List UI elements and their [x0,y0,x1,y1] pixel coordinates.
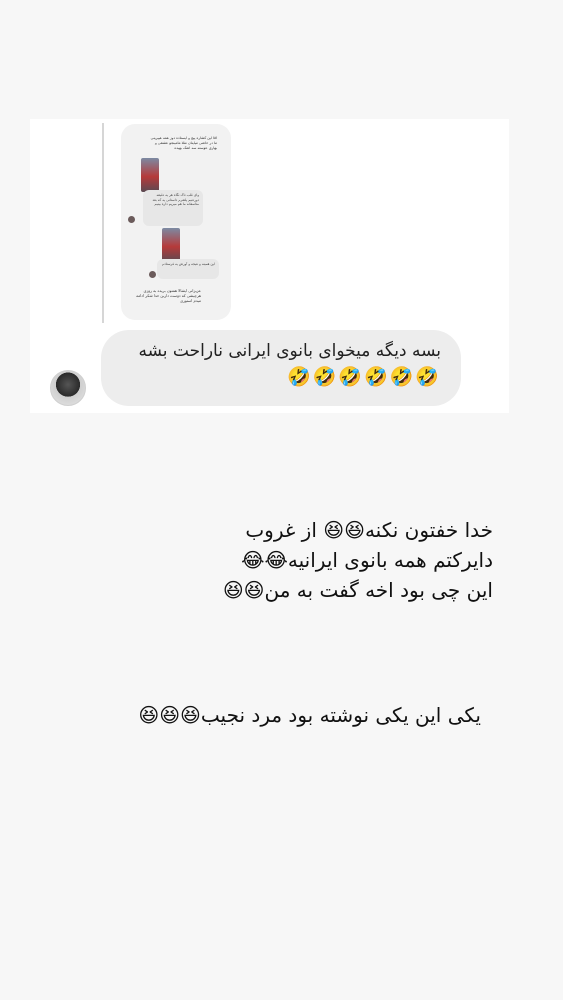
reply-thread-line [102,123,104,323]
inner-story-header-text: اقا این کشاره پیچ و ایستاده دوز همه هیپر… [150,136,217,150]
mini-avatar [128,216,135,223]
caption-line: این چی بود اخه گفت به من😆😆 [222,578,493,602]
inner-comment-bubble: این همینه و نتیجه و آورش یه فرستادم [157,259,219,279]
reply-emojis: 🤣🤣🤣🤣🤣🤣 [287,366,441,388]
caption-line: خدا خفتون نکنه😆😆 از غروب [245,518,493,542]
story-thumbnail [162,228,180,262]
mini-avatar [149,271,156,278]
inner-comment-bubble: وای قلب تاک نگاه هر یه دقیقه دوره‌نیم پل… [143,190,203,226]
shared-screenshot: اقا این کشاره پیچ و ایستاده دوز همه هیپر… [30,119,509,413]
story-thumbnail [141,158,159,192]
inner-story-footer-text: عزیزانی ایشالا همتون بریده به روزی هرچیش… [136,288,201,303]
reply-message-text: بسه دیگه میخوای بانوی ایرانی ناراحت بشه [138,341,441,361]
reply-message-bubble[interactable]: بسه دیگه میخوای بانوی ایرانی ناراحت بشه … [101,330,461,406]
story-caption-top: خدا خفتون نکنه😆😆 از غروب دایرکتم همه بان… [173,515,493,605]
sender-avatar[interactable] [50,370,86,406]
story-caption-bottom: یکی این یکی نوشته بود مرد نجیب😆😆😆 [138,703,481,727]
inner-story-preview[interactable]: اقا این کشاره پیچ و ایستاده دوز همه هیپر… [121,124,231,320]
caption-line: دایرکتم همه بانوی ایرانیه😂😂 [241,548,493,572]
